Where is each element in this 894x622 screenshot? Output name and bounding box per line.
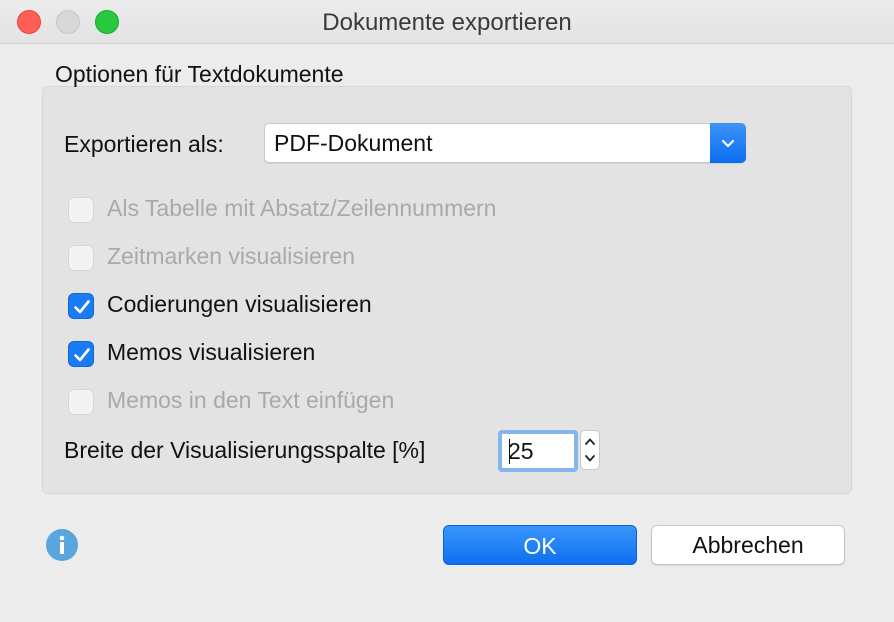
text-caret	[509, 439, 510, 464]
export-format-value: PDF-Dokument	[274, 130, 433, 156]
options-group-label: Optionen für Textdokumente	[55, 61, 344, 87]
checkmark-icon	[74, 348, 90, 362]
as-table-label: Als Tabelle mit Absatz/Zeilennummern	[107, 195, 497, 221]
ok-button[interactable]: OK	[443, 525, 637, 565]
column-width-value: 25	[508, 438, 534, 464]
export-format-label: Exportieren als:	[64, 131, 224, 157]
export-format-select[interactable]: PDF-Dokument	[264, 123, 746, 163]
info-icon[interactable]	[46, 529, 78, 561]
column-width-input[interactable]: 25	[498, 430, 578, 472]
export-dialog: Dokumente exportieren Optionen für Textd…	[0, 0, 894, 622]
window-title: Dokumente exportieren	[322, 9, 572, 36]
title-bar: Dokumente exportieren	[0, 0, 894, 44]
stepper-icon	[585, 438, 595, 462]
column-width-stepper[interactable]	[580, 430, 600, 470]
as-table-checkbox[interactable]	[68, 197, 94, 223]
timestamps-checkbox[interactable]	[68, 245, 94, 271]
column-width-label: Breite der Visualisierungsspalte [%]	[64, 437, 426, 463]
codings-label: Codierungen visualisieren	[107, 291, 372, 317]
timestamps-label: Zeitmarken visualisieren	[107, 243, 355, 269]
memos-label: Memos visualisieren	[107, 339, 316, 365]
memos-in-text-label: Memos in den Text einfügen	[107, 387, 395, 413]
codings-checkbox[interactable]	[68, 293, 94, 319]
memos-checkbox[interactable]	[68, 341, 94, 367]
chevron-updown-icon[interactable]	[710, 123, 746, 163]
memos-in-text-checkbox[interactable]	[68, 389, 94, 415]
checkmark-icon	[74, 300, 90, 314]
cancel-button[interactable]: Abbrechen	[651, 525, 845, 565]
